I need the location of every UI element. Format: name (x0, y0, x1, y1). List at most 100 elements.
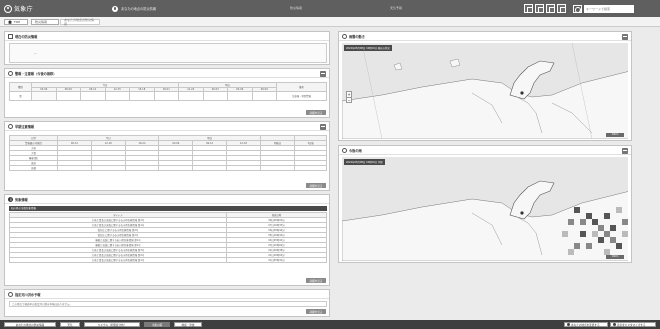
early-warning-table: 日付 今日 明日 警報級の可能性 06-12 12-18 18-24 00-06… (9, 135, 327, 171)
table-cell (124, 165, 160, 171)
more-button[interactable]: 詳細を見る (306, 183, 326, 188)
table-cell (251, 91, 277, 102)
map-timestamp: 2022年08月08日 10時00分 現在の状況 (344, 45, 392, 51)
future-rain-panel: 今後の雨 2022年08月08日 10時00分 予想 10km (338, 145, 632, 263)
collapse-button[interactable] (320, 70, 326, 77)
tab-disaster-info[interactable]: 防災情報 (31, 19, 59, 25)
breadcrumb-bar: TOP 防災情報 あなたの地点の防災情報 (0, 17, 660, 27)
panel-title: 指定河川洪水予報 (15, 292, 41, 297)
weather-info-table-label: 石川県の全般気象情報 (9, 206, 327, 211)
radar-icon (342, 33, 347, 39)
customize-display-button[interactable]: 表示をカスタマイズする (610, 321, 656, 328)
header-icon-group (524, 4, 566, 13)
table-row: 高潮 (9, 165, 327, 171)
warnings-timeline-panel: 警報・注意報（今後の推移） 種別 今日 明日 備考 03-06 06-09 09… (4, 68, 330, 118)
tab-top[interactable]: TOP (4, 19, 28, 25)
table-cell (80, 91, 106, 102)
bottom-tab-bar: あなたの地点の防災情報 天気 キキクル（危険度分布） 今後の雨 地震・津波 あな… (0, 320, 660, 329)
collapse-button[interactable] (622, 147, 628, 154)
jma-logo-icon (4, 4, 12, 13)
table-cell: 注意報・特別警報 (276, 91, 327, 102)
change-location-button[interactable]: あなたの地点を変更する (564, 321, 608, 328)
table-cell (259, 165, 296, 171)
location-icon (112, 5, 118, 12)
table-cell (153, 91, 179, 102)
map-timestamp: 2022年08月08日 10時00分 予想 (344, 159, 385, 165)
current-warnings-panel: 現在の防災情報 ー (4, 31, 330, 65)
change-location-label: あなたの地点を変更する (571, 323, 600, 327)
nav-weather-forecast[interactable]: 天気予報 (390, 6, 402, 10)
table-header: 種別 (9, 81, 32, 93)
table-cell (55, 91, 81, 102)
nav-disaster-info[interactable]: 防災情報 (290, 6, 302, 10)
current-warnings-placeholder: ー (34, 52, 37, 56)
table-cell (57, 165, 92, 171)
table-cell: 雷 (9, 91, 32, 102)
site-logo[interactable]: 気象庁 (4, 3, 33, 14)
grid-icon[interactable] (546, 4, 555, 13)
location-pin-icon (567, 322, 570, 326)
more-button[interactable]: 詳細を見る (306, 278, 326, 283)
timeline-icon (8, 70, 13, 76)
rain-radar-panel: 雨雲の動き 2022年08月08日 10時00分 現在の状況 + − 10km (338, 31, 632, 141)
panel-header: 現在の防災情報 (5, 32, 329, 41)
font-size-icon[interactable] (557, 4, 566, 13)
info-icon (8, 196, 13, 202)
panel-header: 早期注意情報 (5, 122, 329, 131)
table-cell: 高潮 (9, 165, 58, 171)
panel-title: 今後の雨 (349, 148, 362, 153)
clock-icon (8, 123, 13, 129)
bottom-tab-kikikuru[interactable]: キキクル（危険度分布） (84, 321, 140, 328)
bottom-tab-earthquake[interactable]: 地震・津波 (174, 321, 202, 328)
search-icon[interactable] (573, 5, 582, 13)
panel-header: 警報・注意報（今後の推移） (5, 69, 329, 78)
panel-title: 雨雲の動き (349, 34, 365, 39)
table-row[interactable]: 大雨と雷及び突風に関する石川県気象情報 第1号 01日05時41分 (9, 257, 327, 263)
tab-local-disaster-info[interactable]: あなたの地点の防災情報 (60, 18, 100, 26)
more-button[interactable]: 詳細を見る (306, 309, 326, 314)
zoom-control[interactable]: + − (346, 91, 352, 103)
table-cell (104, 91, 130, 102)
panel-header: 指定河川洪水予報 (5, 290, 329, 299)
table-cell (294, 165, 327, 171)
more-button[interactable]: 詳細を見る (306, 110, 326, 115)
zoom-out-button[interactable]: − (347, 98, 351, 104)
panel-header: 雨雲の動き (339, 32, 631, 41)
pencil-icon (613, 322, 616, 326)
collapse-button[interactable] (622, 33, 628, 40)
rain-radar-map[interactable]: 2022年08月08日 10時00分 現在の状況 + − 10km (342, 43, 628, 139)
search-input[interactable] (584, 5, 634, 13)
table-header: 備考 (276, 81, 327, 93)
warnings-table: 種別 今日 明日 備考 03-06 06-09 09-12 12-15 15-1… (9, 81, 327, 102)
layout-icon[interactable] (535, 4, 544, 13)
warning-icon (8, 33, 13, 39)
site-logo-text: 気象庁 (14, 6, 33, 13)
panel-title: 現在の防災情報 (15, 34, 38, 39)
table-cell (227, 91, 253, 102)
panel-title: 警報・注意報（今後の推移） (15, 71, 57, 76)
table-cell (202, 91, 228, 102)
table-cell (192, 165, 227, 171)
map-graphic (342, 43, 628, 139)
location-status-text: あなたの地点の防災情報 (121, 7, 157, 11)
future-rain-map[interactable]: 2022年08月08日 10時00分 予想 10km (342, 157, 628, 261)
bottom-tab-local-info[interactable]: あなたの地点の防災情報 (4, 321, 56, 328)
weather-info-panel: 気象情報 石川県の全般気象情報 タイトル 発表日時 大雨と雷及び突風に関する石川… (4, 194, 330, 286)
bottom-tab-future-rain[interactable]: 今後の雨 (144, 321, 170, 328)
map-graphic (342, 157, 628, 261)
collapse-button[interactable] (320, 123, 326, 130)
current-location-status[interactable]: あなたの地点の防災情報 (112, 5, 156, 12)
panel-header: 今後の雨 (339, 146, 631, 155)
bottom-tab-weather[interactable]: 天気 (60, 321, 80, 328)
river-flood-message: この地点で発表中の指定河川洪水予報はありません。 (9, 301, 327, 307)
print-icon[interactable] (524, 4, 533, 13)
table-cell[interactable]: 大雨と雷及び突風に関する石川県気象情報 第1号 (9, 257, 227, 263)
customize-display-label: 表示をカスタマイズする (617, 323, 646, 327)
table-cell (225, 165, 261, 171)
table-row: 雷 注意報・特別警報 (9, 91, 327, 102)
map-scale: 10km (606, 254, 624, 259)
table-cell (158, 165, 194, 171)
early-warning-panel: 早期注意情報 日付 今日 明日 警報級の可能性 06-12 12-18 18-2… (4, 121, 330, 191)
table-cell (129, 91, 155, 102)
river-flood-panel: 指定河川洪水予報 この地点で発表中の指定河川洪水予報はありません。 詳細を見る (4, 289, 330, 317)
